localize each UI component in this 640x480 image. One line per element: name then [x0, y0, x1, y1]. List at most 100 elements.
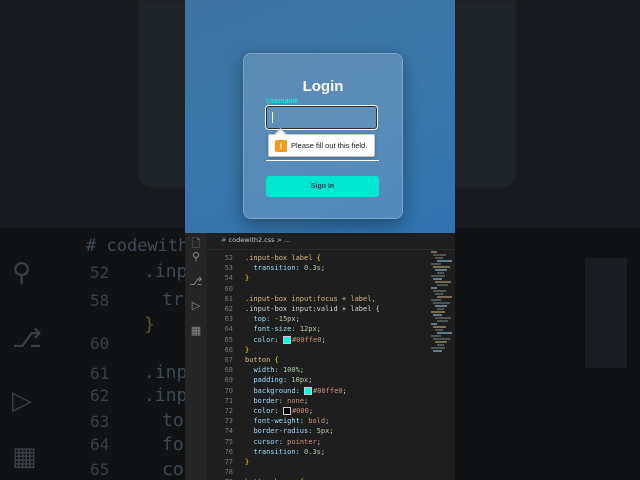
code-editor: 🗋 ⚲ ⎇ ▷ ▦ # codewith2.css > ... 52 .input… [185, 233, 455, 480]
minimap-line [437, 260, 452, 262]
minimap-line [437, 272, 444, 274]
minimap-line [437, 320, 448, 322]
minimap-line [431, 299, 441, 301]
source-control-icon[interactable]: ⎇ [189, 275, 203, 289]
line-number: 75 [224, 437, 233, 446]
code-line[interactable]: top: -15px; [245, 314, 299, 324]
files-icon[interactable]: 🗋 [189, 237, 203, 251]
minimap-line [431, 287, 437, 289]
minimap-line [433, 278, 442, 280]
line-number: 69 [224, 376, 233, 385]
minimap-line [431, 251, 437, 253]
extensions-icon[interactable]: ▦ [189, 324, 203, 338]
sign-in-button[interactable]: Sign In [266, 176, 379, 197]
login-title: Login [302, 78, 344, 95]
line-number: 67 [224, 356, 233, 364]
line-number: 63 [224, 315, 233, 324]
background-line-number: 64 [90, 435, 110, 454]
minimap-line [433, 338, 450, 340]
background-line-number: 52 [90, 263, 110, 282]
search-icon[interactable]: ⚲ [189, 250, 203, 264]
code-line[interactable]: border-radius: 5px; [245, 426, 333, 436]
minimap[interactable] [431, 251, 453, 361]
code-line[interactable]: } [245, 345, 249, 355]
code-line[interactable]: .input-box input:valid + label { [245, 304, 380, 314]
line-number: 73 [224, 417, 233, 426]
tab-file-name: codewith2.css [228, 236, 275, 244]
code-line[interactable]: background: #00ffe0; [245, 386, 347, 396]
line-number: 70 [224, 386, 233, 395]
minimap-line [437, 308, 444, 310]
minimap-line [435, 269, 447, 271]
line-number: 54 [224, 274, 233, 283]
background-line-number: 61 [90, 364, 110, 383]
minimap-line [435, 305, 447, 307]
background-code: } [144, 314, 155, 335]
code-line[interactable]: color: #000; [245, 406, 313, 416]
background-code: tr [162, 289, 184, 310]
minimap-line [431, 275, 445, 277]
line-number: 71 [224, 396, 233, 405]
code-line[interactable]: width: 100%; [245, 365, 304, 375]
minimap-line [437, 296, 452, 298]
code-line[interactable]: padding: 10px; [245, 375, 312, 385]
minimap-line [433, 314, 442, 316]
code-line[interactable]: cursor: pointer; [245, 437, 320, 447]
minimap-line [435, 341, 447, 343]
run-debug-icon[interactable]: ▷ [189, 299, 203, 313]
username-label: Username [266, 98, 299, 105]
background-extensions-icon: ▦ [12, 442, 37, 472]
line-number: 66 [224, 345, 233, 354]
tab-bar: # codewith2.css > ... [207, 233, 455, 250]
minimap-line [431, 335, 441, 337]
password-input[interactable] [266, 160, 379, 161]
code-line[interactable]: } [245, 273, 249, 283]
minimap-line [435, 317, 451, 319]
code-line[interactable]: font-weight: bold; [245, 416, 329, 426]
background-run-icon: ▷ [12, 386, 32, 416]
warning-icon: ! [275, 140, 287, 152]
code-line[interactable]: font-size: 12px; [245, 324, 320, 334]
minimap-line [433, 326, 446, 328]
code-line[interactable]: .input-box input:focus + label, [245, 294, 376, 304]
minimap-line [431, 263, 441, 265]
minimap-line [435, 281, 451, 283]
background-line-number: 65 [90, 460, 110, 479]
breadcrumb: > ... [274, 236, 291, 244]
line-number: 74 [224, 427, 233, 436]
minimap-line [431, 323, 437, 325]
code-line[interactable]: .input-box label { [245, 253, 321, 263]
line-number: 77 [224, 458, 233, 466]
minimap-line [433, 266, 450, 268]
code-line[interactable]: button { [245, 355, 279, 365]
code-line[interactable]: color: #00ffe0; [245, 335, 326, 345]
minimap-line [437, 284, 448, 286]
code-line[interactable]: transition: 0.3s; [245, 263, 325, 273]
tab-codewith2-css[interactable]: # codewith2.css > ... [221, 236, 290, 244]
minimap-line [435, 257, 443, 259]
line-number: 78 [224, 468, 233, 477]
minimap-line [435, 329, 443, 331]
minimap-line [433, 254, 446, 256]
minimap-line [433, 350, 442, 352]
username-input[interactable] [266, 106, 377, 129]
minimap-line [437, 344, 444, 346]
code-line[interactable]: transition: 0.3s; [245, 447, 325, 457]
code-line[interactable]: border: none; [245, 396, 308, 406]
line-number: 62 [224, 305, 233, 313]
background-minimap [585, 258, 627, 368]
validation-tooltip: ! Please fill out this field. [268, 128, 375, 157]
activity-bar: 🗋 ⚲ ⎇ ▷ ▦ [185, 233, 207, 480]
minimap-line [431, 347, 445, 349]
background-search-icon: ⚲ [12, 258, 32, 288]
background-line-number: 62 [90, 386, 110, 405]
line-number: 53 [224, 264, 233, 273]
minimap-line [433, 290, 446, 292]
line-number: 61 [224, 294, 233, 303]
minimap-line [437, 332, 452, 334]
validation-message: Please fill out this field. [291, 141, 368, 150]
minimap-line [431, 311, 445, 313]
background-line-number: 60 [90, 334, 110, 353]
browser-preview: Login Username Sign In ! Please fill out… [185, 0, 455, 233]
code-line[interactable]: } [245, 457, 249, 467]
